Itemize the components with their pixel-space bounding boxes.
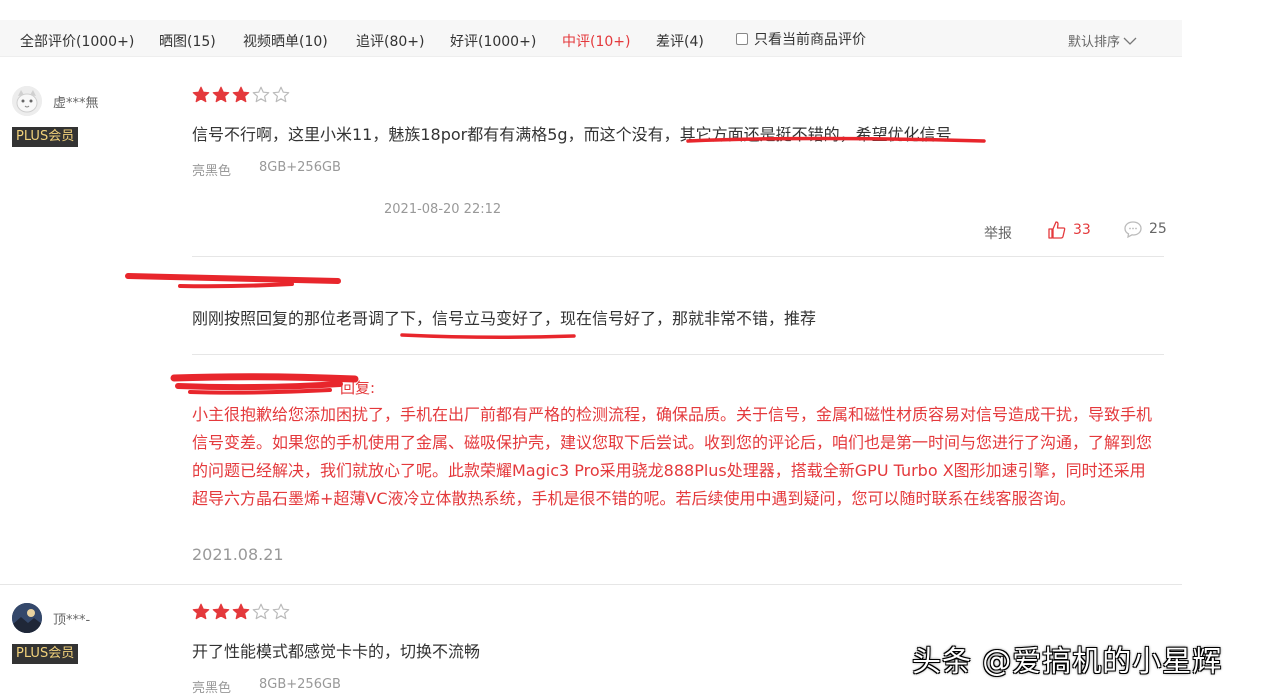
tab-neutral[interactable]: 中评(10+): [562, 31, 630, 51]
star-empty-icon: [272, 603, 290, 621]
rating-stars: [192, 603, 290, 621]
tab-videos[interactable]: 视频晒单(10): [243, 31, 328, 51]
redaction-scribble: [175, 381, 343, 391]
merchant-reply-content: 小主很抱歉给您添加困扰了，手机在出厂前都有严格的检测流程，确保品质。关于信号，金…: [192, 405, 1153, 508]
merchant-reply-date: 2021.08.21: [192, 545, 284, 564]
review-divider: [0, 584, 1182, 585]
star-filled-icon: [192, 86, 210, 104]
plus-member-badge: PLUS会员: [12, 644, 79, 664]
star-empty-icon: [272, 86, 290, 104]
comment-count: 25: [1149, 221, 1167, 237]
like-count: 33: [1073, 222, 1091, 238]
redaction-scribble: [170, 373, 359, 383]
star-filled-icon: [232, 603, 250, 621]
reviewer-name: 虚***無: [53, 96, 99, 111]
tab-positive[interactable]: 好评(1000+): [450, 31, 536, 51]
annotation-overlay: [125, 136, 986, 395]
redaction-scribble: [178, 282, 294, 289]
redaction-scribble: [188, 388, 332, 395]
only-current-filter[interactable]: 只看当前商品评价: [736, 29, 866, 49]
product-color: 亮黑色: [192, 681, 232, 695]
product-spec: 8GB+256GB: [259, 160, 341, 175]
merchant-reply-label: 回复:: [340, 379, 376, 397]
divider: [192, 354, 1164, 355]
sort-dropdown[interactable]: 默认排序: [1068, 31, 1137, 50]
tab-followup[interactable]: 追评(80+): [356, 31, 424, 51]
only-current-label: 只看当前商品评价: [754, 32, 866, 48]
star-empty-icon: [252, 86, 270, 104]
watermark: 头条 @爱搞机的小星辉: [912, 644, 1223, 678]
rating-stars: [192, 86, 290, 104]
review-content: 信号不行啊，这里小米11，魅族18por都有有满格5g，而这个没有，其它方面还是…: [192, 125, 952, 144]
star-empty-icon: [252, 603, 270, 621]
star-filled-icon: [232, 86, 250, 104]
thumbs-up-icon: [1048, 221, 1066, 239]
cat-avatar-icon: [12, 86, 42, 116]
star-filled-icon: [192, 603, 210, 621]
tab-negative[interactable]: 差评(4): [656, 31, 704, 51]
followup-content: 刚刚按照回复的那位老哥调了下，信号立马变好了，现在信号好了，那就非常不错，推荐: [192, 309, 817, 328]
avatar[interactable]: [12, 86, 42, 116]
redaction-scribble: [125, 273, 341, 284]
star-filled-icon: [212, 86, 230, 104]
plus-member-badge: PLUS会员: [12, 127, 79, 147]
only-current-checkbox[interactable]: [736, 33, 748, 45]
tab-all[interactable]: 全部评价(1000+): [20, 31, 134, 51]
chevron-down-icon: [1123, 37, 1137, 45]
review-filter-bar: 全部评价(1000+) 晒图(15) 视频晒单(10) 追评(80+) 好评(1…: [0, 20, 1182, 57]
tab-photos[interactable]: 晒图(15): [159, 31, 216, 51]
underline-mark: [400, 333, 576, 340]
avatar[interactable]: [12, 603, 42, 633]
star-filled-icon: [212, 603, 230, 621]
sort-label: 默认排序: [1068, 35, 1121, 50]
like-button[interactable]: 33: [1047, 220, 1091, 240]
report-link[interactable]: 举报: [984, 223, 1012, 243]
product-color: 亮黑色: [192, 164, 232, 179]
divider: [192, 256, 1164, 257]
landscape-avatar-icon: [12, 603, 42, 633]
review-content: 开了性能模式都感觉卡卡的，切换不流畅: [192, 642, 481, 661]
comment-button[interactable]: 25: [1123, 220, 1167, 238]
product-spec: 8GB+256GB: [259, 677, 341, 692]
review-time: 2021-08-20 22:12: [384, 202, 502, 217]
reviewer-name: 顶***-: [53, 613, 91, 628]
comment-icon: [1124, 221, 1142, 238]
